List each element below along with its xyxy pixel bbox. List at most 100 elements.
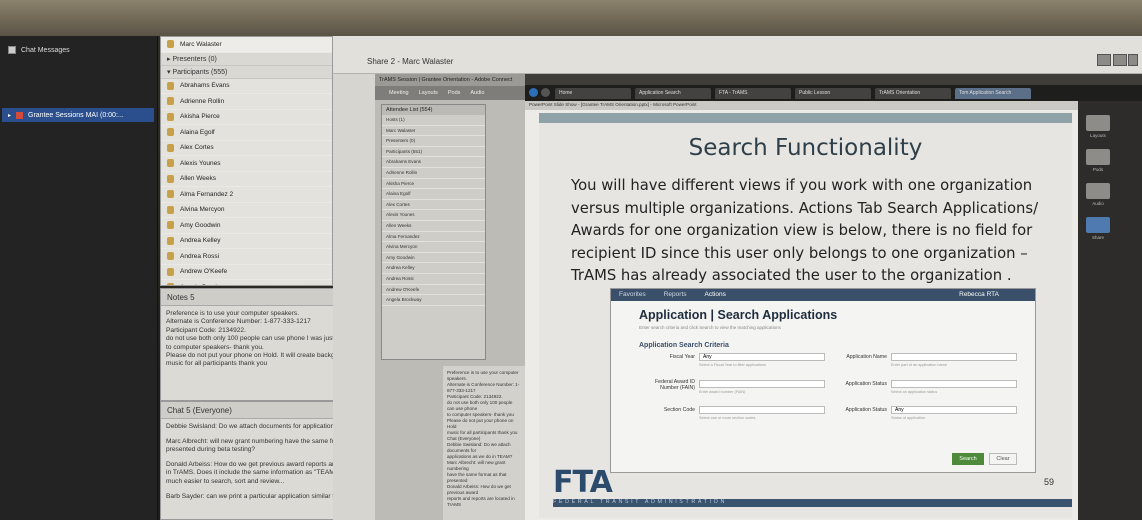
session-item[interactable]: ▸ Grantee Sessions MAI (0:00:... bbox=[2, 108, 154, 122]
fullscreen-icon[interactable] bbox=[1097, 54, 1111, 66]
browser-tab[interactable]: Tom Application Search bbox=[955, 88, 1031, 99]
slide-number: 59 bbox=[1044, 477, 1055, 487]
participant-item[interactable]: Amy Goodwin bbox=[161, 218, 332, 234]
chat-messages-option[interactable]: Chat Messages bbox=[8, 46, 70, 54]
participant-item[interactable]: Abrahams Evans bbox=[161, 79, 332, 94]
browser-tab[interactable]: Public Lesson bbox=[795, 88, 871, 99]
user-icon bbox=[167, 97, 174, 106]
status-select[interactable]: Any bbox=[891, 406, 1017, 414]
participant-item[interactable]: Alex Cortes bbox=[161, 141, 332, 156]
nested-list-item[interactable]: Alma Fernandez bbox=[382, 232, 485, 243]
checkbox-icon[interactable] bbox=[8, 46, 16, 54]
presenter-item[interactable]: Marc Walaster bbox=[161, 37, 332, 53]
nav-reports[interactable]: Reports bbox=[664, 291, 687, 299]
nested-list-item[interactable]: Allen Weeks bbox=[382, 221, 485, 232]
participants-header-label: Participants (555) bbox=[172, 68, 228, 76]
nested-list-item[interactable]: Presenters (0) bbox=[382, 136, 485, 147]
participant-name: Andrea Rossi bbox=[180, 252, 220, 260]
nav-favorites[interactable]: Favorites bbox=[619, 291, 646, 299]
browser-tab[interactable]: Application Search bbox=[635, 88, 711, 99]
nested-list-item[interactable]: Angela Brockway bbox=[382, 295, 485, 306]
participant-name: Alexis Younes bbox=[180, 159, 221, 167]
user-icon bbox=[167, 159, 174, 168]
nested-menu-item[interactable]: Layouts bbox=[419, 90, 438, 96]
sidebar-label: Share bbox=[1091, 235, 1104, 240]
back-icon[interactable] bbox=[529, 88, 538, 97]
participant-item[interactable]: Alvina Mercyon bbox=[161, 203, 332, 218]
powerpoint-window: PowerPoint Slide Show - [Grantee TrAMS O… bbox=[525, 101, 1078, 520]
menu-icon[interactable] bbox=[1128, 54, 1138, 66]
slide-body: You will have different views if you wor… bbox=[571, 177, 1039, 284]
nested-list-item[interactable]: Alvina Mercyon bbox=[382, 242, 485, 253]
nested-list-item[interactable]: Andrea Kelley bbox=[382, 263, 485, 274]
nested-menu-item[interactable]: Meeting bbox=[389, 90, 409, 96]
fiscal-year-select[interactable]: Any bbox=[699, 353, 825, 361]
clear-button[interactable]: Clear bbox=[989, 453, 1017, 465]
audio-icon[interactable] bbox=[1086, 183, 1110, 199]
nested-list-item[interactable]: Alexis Younes bbox=[382, 210, 485, 221]
participant-item[interactable]: Andrea Kelley bbox=[161, 234, 332, 249]
session-icon bbox=[16, 111, 24, 119]
user-icon bbox=[167, 190, 174, 199]
nested-list-item[interactable]: Alex Cortes bbox=[382, 200, 485, 211]
presenters-header[interactable]: ▸ Presenters (0) bbox=[161, 52, 332, 66]
options-icon[interactable] bbox=[1113, 54, 1127, 66]
fain-input[interactable] bbox=[699, 380, 825, 388]
sidebar-label: Audio bbox=[1092, 201, 1104, 206]
search-button[interactable]: Search bbox=[952, 453, 984, 465]
participant-item[interactable]: Andrea Rossi bbox=[161, 249, 332, 265]
nested-list-item[interactable]: Marc Walaster bbox=[382, 126, 485, 137]
participant-item[interactable]: Andrew O'Keefe bbox=[161, 265, 332, 280]
nested-list-item[interactable]: Participants (551) bbox=[382, 147, 485, 158]
participant-item[interactable]: Allen Weeks bbox=[161, 172, 332, 187]
sidebar-label: Pods bbox=[1092, 167, 1104, 172]
nested-list-item[interactable]: Andrew O'Keefe bbox=[382, 285, 485, 296]
forward-icon[interactable] bbox=[541, 88, 550, 97]
browser-tab[interactable]: TrAMS Orientation bbox=[875, 88, 951, 99]
nested-list-item[interactable]: Amy Goodwin bbox=[382, 253, 485, 264]
application-status-input[interactable] bbox=[891, 380, 1017, 388]
nested-list-items: Hosts (1) Marc Walaster Presenters (0) Part… bbox=[382, 115, 485, 306]
layouts-icon[interactable] bbox=[1086, 115, 1110, 131]
participant-name: Alma Fernandez 2 bbox=[180, 190, 234, 198]
presenter-name: Marc Walaster bbox=[180, 40, 222, 48]
field-label-section-code: Section Code bbox=[663, 407, 695, 413]
nested-list-item[interactable]: Alaina Egolf bbox=[382, 189, 485, 200]
nested-list-item[interactable]: Abrahams Evans bbox=[382, 157, 485, 168]
browser-tab[interactable]: Home bbox=[555, 88, 631, 99]
chat-messages-label: Chat Messages bbox=[21, 46, 70, 54]
nested-list-item[interactable]: Akisha Pierce bbox=[382, 179, 485, 190]
participant-item[interactable]: Akisha Pierce bbox=[161, 110, 332, 125]
application-name-input[interactable] bbox=[891, 353, 1017, 361]
slide-header-band bbox=[539, 113, 1072, 123]
nested-menu-item[interactable]: Pods bbox=[448, 90, 461, 96]
participant-item[interactable]: Alma Fernandez 2 bbox=[161, 187, 332, 203]
participant-item[interactable]: Angela Brockway bbox=[161, 280, 332, 285]
attendee-list: Marc Walaster ▸ Presenters (0) ▾ Partici… bbox=[160, 36, 333, 286]
nested-list-item[interactable]: Andrea Rossi bbox=[382, 274, 485, 285]
participant-name: Adrienne Rollin bbox=[180, 97, 225, 105]
pods-icon[interactable] bbox=[1086, 149, 1110, 165]
participant-item[interactable]: Alaina Egolf bbox=[161, 125, 332, 141]
browser-tab[interactable]: FTA - TrAMS bbox=[715, 88, 791, 99]
section-code-input[interactable] bbox=[699, 406, 825, 414]
nested-attendee-list: Attendee List (554) Hosts (1) Marc Walast… bbox=[381, 104, 486, 360]
field-hint: Enter part of an application name bbox=[891, 363, 947, 367]
participant-item[interactable]: Alexis Younes bbox=[161, 156, 332, 172]
nested-window-title: TrAMS Session | Grantee Orientation - Ad… bbox=[375, 74, 525, 86]
slide-title: Search Functionality bbox=[688, 135, 923, 161]
nested-chat: Preference is to use your computer speak… bbox=[443, 366, 525, 520]
share-icon[interactable] bbox=[1086, 217, 1110, 233]
nested-menu-item[interactable]: Audio bbox=[470, 90, 484, 96]
participant-name: Amy Goodwin bbox=[180, 221, 221, 229]
user-icon bbox=[167, 236, 174, 245]
session-label: Grantee Sessions MAI (0:00:... bbox=[28, 111, 124, 119]
embedded-screenshot: Favorites Reports Actions Rebecca RTA Ap… bbox=[610, 288, 1036, 473]
nav-actions[interactable]: Actions bbox=[705, 291, 726, 299]
participant-item[interactable]: Adrienne Rollin bbox=[161, 94, 332, 110]
nested-chat-line: Please do not put your phone on Hold bbox=[447, 418, 514, 429]
nested-list-item[interactable]: Hosts (1) bbox=[382, 115, 485, 126]
participants-header[interactable]: ▾ Participants (555) bbox=[161, 65, 332, 79]
nested-list-item[interactable]: Adrienne Rollin bbox=[382, 168, 485, 179]
screenshot-user: Rebecca RTA bbox=[959, 291, 999, 298]
